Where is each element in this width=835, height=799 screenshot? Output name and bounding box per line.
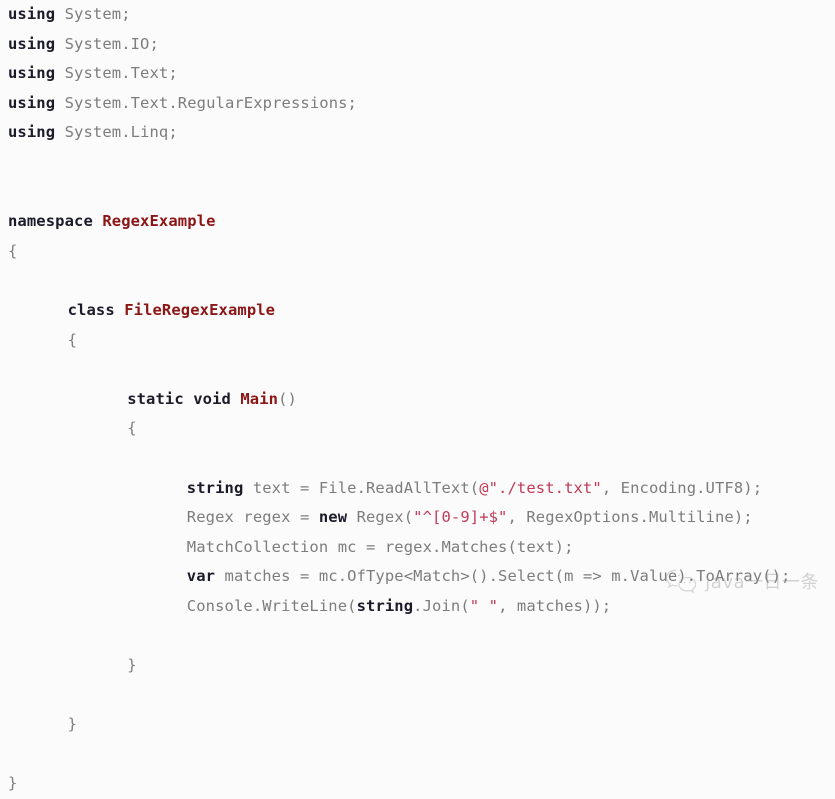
code-token-keyword: string bbox=[186, 478, 244, 497]
code-line: using System.Linq; bbox=[0, 118, 835, 148]
code-token-plain: System.Text.RegularExpressions; bbox=[55, 93, 357, 112]
code-line: using System; bbox=[0, 0, 835, 30]
code-token-keyword: new bbox=[318, 508, 348, 527]
code-line: } bbox=[0, 769, 835, 799]
code-line: Console.WriteLine(string.Join(" ", match… bbox=[0, 592, 835, 622]
code-token-plain: MatchCollection mc = regex.Matches(text)… bbox=[186, 537, 574, 556]
code-token-plain: matches = mc.OfType<Match>().Select(m =>… bbox=[215, 567, 791, 586]
code-token-keyword: using bbox=[8, 64, 56, 83]
code-token-plain: System.Text; bbox=[55, 64, 178, 83]
code-token-string: @"./test.txt" bbox=[479, 478, 602, 497]
code-token-plain: , Encoding.UTF8); bbox=[601, 478, 763, 497]
code-snippet-surface: using System; using System.IO; using Syste… bbox=[0, 0, 835, 792]
code-token-string: "^[0-9]+$" bbox=[413, 508, 508, 527]
code-token-plain: text = File.ReadAllText( bbox=[243, 478, 480, 497]
code-line: static void Main() bbox=[0, 385, 835, 415]
code-token-plain: .Join( bbox=[413, 596, 470, 615]
code-token-plain: Regex regex = bbox=[186, 508, 319, 527]
code-token-keyword: var bbox=[186, 567, 216, 586]
code-token-type: RegexExample bbox=[102, 212, 216, 231]
code-line: var matches = mc.OfType<Match>().Select(… bbox=[0, 562, 835, 592]
code-token-type: Main bbox=[240, 389, 279, 408]
code-token-plain: System.IO; bbox=[55, 34, 159, 53]
code-line: string text = File.ReadAllText(@"./test.… bbox=[0, 474, 835, 504]
code-token-plain: Regex( bbox=[347, 508, 414, 527]
code-token-plain: } bbox=[127, 656, 137, 675]
code-token-keyword: static void bbox=[127, 389, 231, 408]
code-token-keyword: class bbox=[67, 300, 115, 319]
code-token-plain: } bbox=[67, 715, 78, 734]
code-token-keyword: string bbox=[356, 596, 414, 615]
code-line: namespace RegexExample bbox=[0, 207, 835, 237]
code-token-type: FileRegexExample bbox=[124, 300, 276, 319]
code-token-plain: Console.WriteLine( bbox=[186, 596, 357, 615]
code-token-plain: { bbox=[127, 419, 137, 438]
code-token-plain: System.Linq; bbox=[55, 123, 178, 142]
code-token-keyword: using bbox=[8, 34, 56, 53]
code-token-plain: , matches)); bbox=[498, 596, 612, 615]
code-line: } bbox=[0, 710, 835, 740]
code-line: Regex regex = new Regex("^[0-9]+$", Rege… bbox=[0, 503, 835, 533]
code-line: MatchCollection mc = regex.Matches(text)… bbox=[0, 533, 835, 563]
code-token-keyword: using bbox=[8, 93, 56, 112]
code-token-keyword: using bbox=[8, 123, 56, 142]
code-token-keyword: using bbox=[8, 5, 56, 23]
code-token-plain: , RegexOptions.Multiline); bbox=[507, 508, 753, 527]
code-token-keyword: namespace bbox=[8, 212, 93, 231]
code-token-plain: System; bbox=[55, 5, 131, 23]
code-token-plain: { bbox=[67, 330, 78, 349]
code-line: { bbox=[0, 414, 835, 444]
code-line: using System.Text; bbox=[0, 59, 835, 89]
code-line: using System.Text.RegularExpressions; bbox=[0, 89, 835, 119]
code-token-plain: { bbox=[8, 241, 18, 260]
code-line: } bbox=[0, 651, 835, 681]
code-line: { bbox=[0, 237, 835, 267]
code-line: class FileRegexExample bbox=[0, 296, 835, 326]
code-line: { bbox=[0, 326, 835, 356]
code-token-plain: } bbox=[8, 774, 18, 793]
code-token-plain: () bbox=[278, 389, 297, 408]
code-line: using System.IO; bbox=[0, 30, 835, 60]
code-token-string: " " bbox=[469, 596, 499, 615]
